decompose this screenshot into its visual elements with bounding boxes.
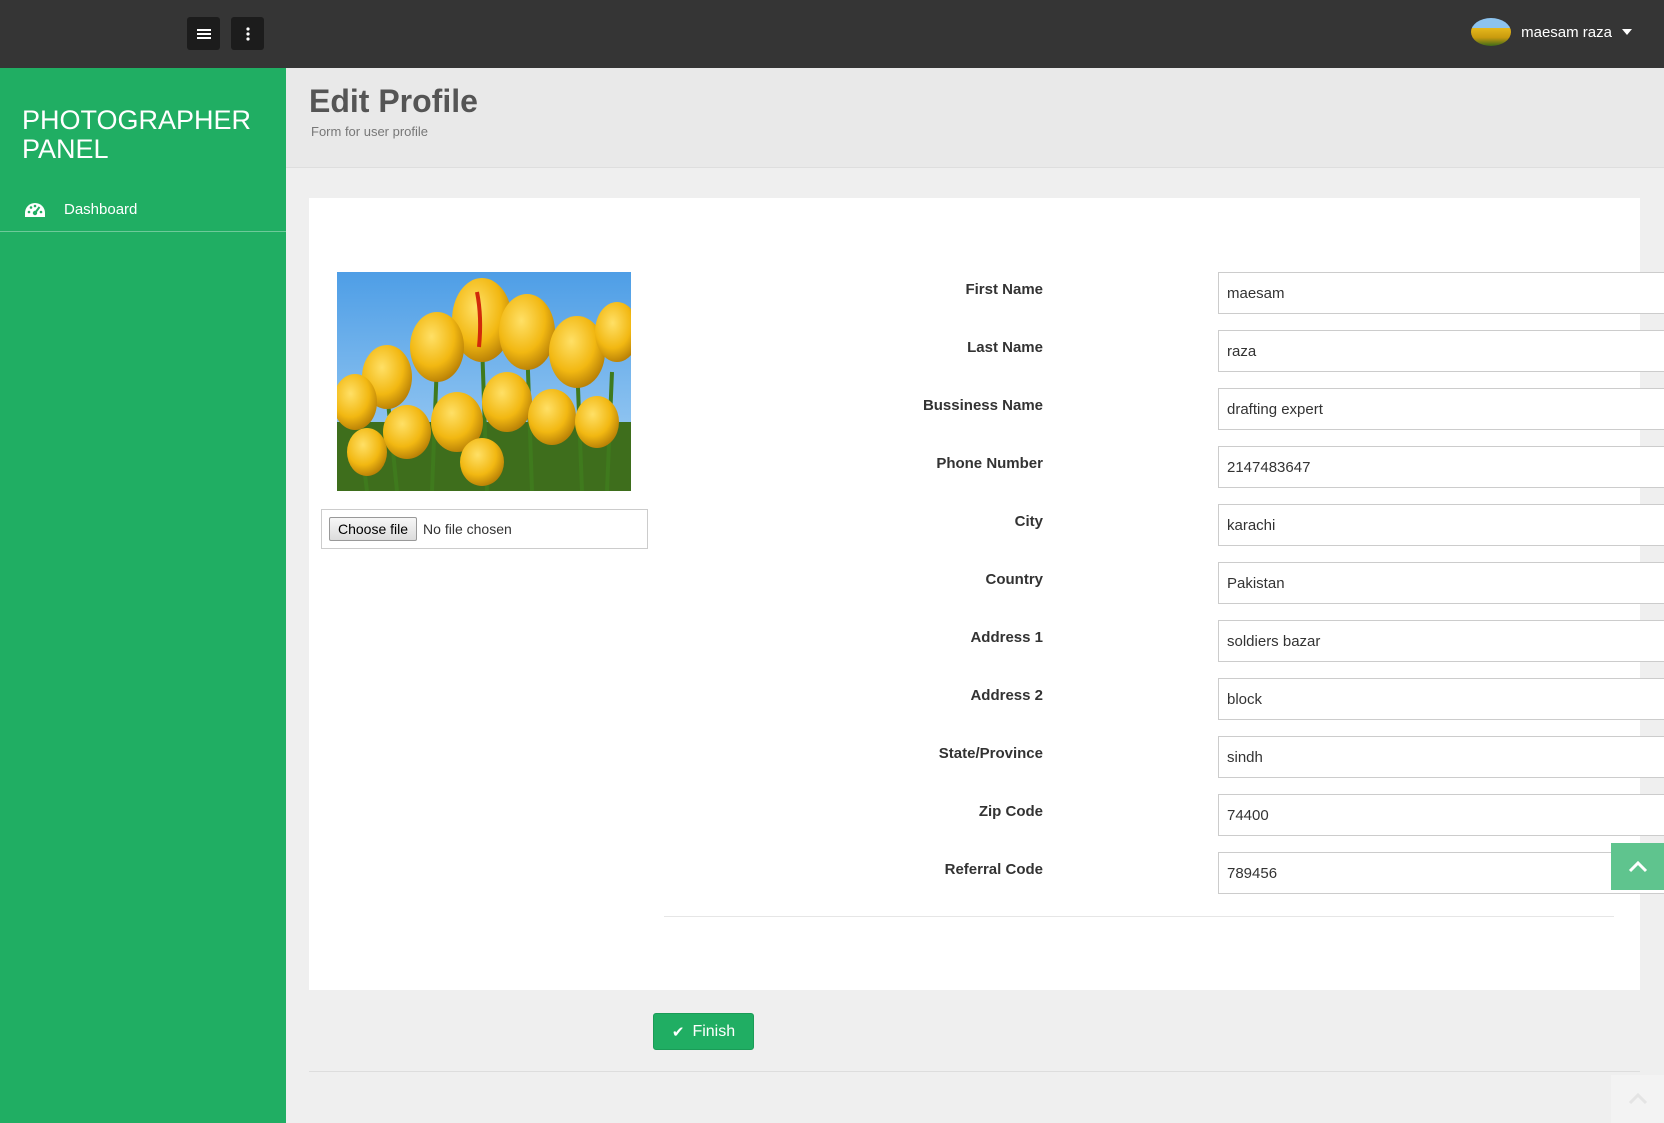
scroll-to-top-button[interactable] xyxy=(1611,843,1664,890)
business-name-field[interactable] xyxy=(1218,388,1664,430)
caret-down-icon[interactable] xyxy=(1622,29,1632,35)
avatar[interactable] xyxy=(1471,18,1512,46)
user-menu[interactable]: maesam raza xyxy=(1471,12,1632,52)
form-row-phone-number: Phone Number xyxy=(689,446,1664,488)
country-field[interactable] xyxy=(1218,562,1664,604)
form-row-referral-code: Referral Code xyxy=(689,852,1664,894)
top-navbar: maesam raza xyxy=(0,0,1664,68)
zip-code-field[interactable] xyxy=(1218,794,1664,836)
referral-code-label: Referral Code xyxy=(944,861,1043,878)
sidebar: PHOTOGRAPHER PANEL Dashboard xyxy=(0,68,286,1123)
more-options-button[interactable] xyxy=(231,17,264,50)
form-row-city: City xyxy=(689,504,1664,546)
phone-number-field[interactable] xyxy=(1218,446,1664,488)
form-actions-bar: ✔ Finish xyxy=(309,990,1640,1072)
chevron-up-icon xyxy=(1628,860,1647,872)
sidebar-item-dashboard[interactable]: Dashboard xyxy=(0,188,286,232)
sidebar-item-label: Dashboard xyxy=(64,201,138,218)
brand-title: PHOTOGRAPHER PANEL xyxy=(22,105,252,164)
page-title: Edit Profile xyxy=(309,83,478,119)
last-name-label: Last Name xyxy=(967,339,1043,356)
form-row-country: Country xyxy=(689,562,1664,604)
page-subtitle: Form for user profile xyxy=(311,124,429,139)
dashboard-gauge-icon xyxy=(25,202,45,217)
state-province-label: State/Province xyxy=(938,745,1043,762)
zip-code-label: Zip Code xyxy=(978,803,1043,820)
sidebar-toggle-button[interactable] xyxy=(187,17,220,50)
country-label: Country xyxy=(985,571,1044,588)
form-row-last-name: Last Name xyxy=(689,330,1664,372)
choose-file-button[interactable]: Choose file xyxy=(329,517,418,541)
referral-code-field[interactable] xyxy=(1218,852,1664,894)
chevron-up-icon xyxy=(1628,1093,1647,1105)
form-row-address-2: Address 2 xyxy=(689,678,1664,720)
first-name-field[interactable] xyxy=(1218,272,1664,314)
state-province-field[interactable] xyxy=(1218,736,1664,778)
profile-image-file-input[interactable]: Choose file No file chosen xyxy=(321,509,648,549)
last-name-field[interactable] xyxy=(1218,330,1664,372)
form-row-business-name: Bussiness Name xyxy=(689,388,1664,430)
form-row-address-1: Address 1 xyxy=(689,620,1664,662)
city-label: City xyxy=(1014,513,1043,530)
hamburger-menu-icon xyxy=(196,28,211,39)
file-status-text: No file chosen xyxy=(423,521,512,537)
form-row-state-province: State/Province xyxy=(689,736,1664,778)
scroll-to-top-faded-button[interactable] xyxy=(1611,1075,1664,1123)
address-2-field[interactable] xyxy=(1218,678,1664,720)
page-header: Edit Profile Form for user profile xyxy=(286,68,1664,168)
finish-button-label: Finish xyxy=(692,1022,736,1040)
first-name-label: First Name xyxy=(965,281,1043,298)
profile-picture xyxy=(337,272,631,491)
vertical-ellipsis-icon xyxy=(245,26,250,41)
check-icon: ✔ xyxy=(671,1023,685,1041)
form-divider xyxy=(664,916,1614,917)
address-1-field[interactable] xyxy=(1218,620,1664,662)
phone-number-label: Phone Number xyxy=(936,455,1043,472)
business-name-label: Bussiness Name xyxy=(922,397,1043,414)
form-row-zip-code: Zip Code xyxy=(689,794,1664,836)
user-name[interactable]: maesam raza xyxy=(1521,24,1612,41)
address-1-label: Address 1 xyxy=(970,629,1043,646)
address-2-label: Address 2 xyxy=(970,687,1043,704)
form-row-first-name: First Name xyxy=(689,272,1664,314)
finish-button[interactable]: ✔ Finish xyxy=(653,1013,754,1050)
profile-form-card: Choose file No file chosen First Name La… xyxy=(309,198,1664,990)
city-field[interactable] xyxy=(1218,504,1664,546)
